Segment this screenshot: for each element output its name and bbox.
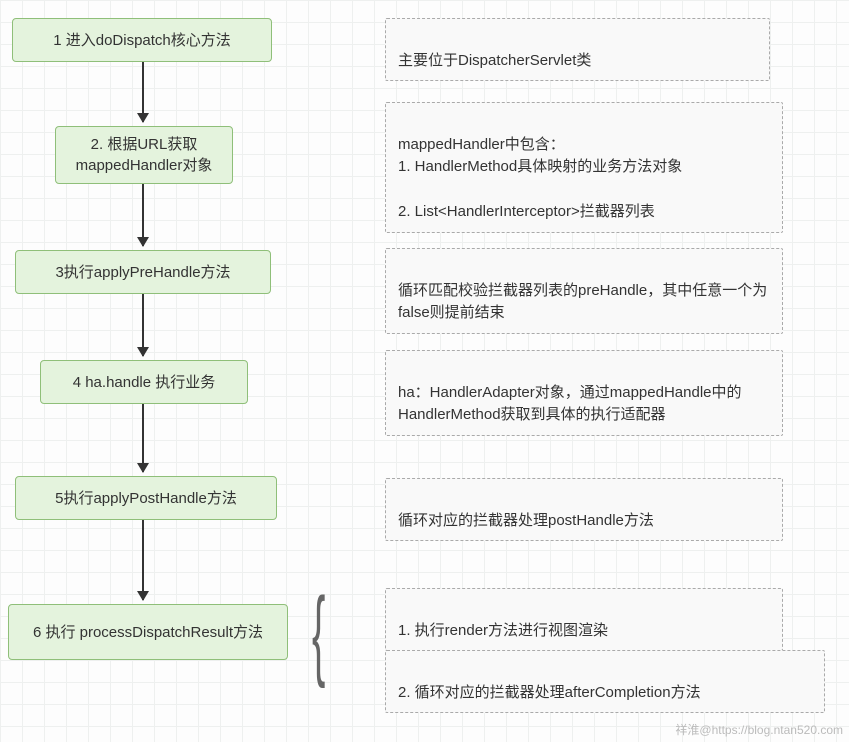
note-6a-box: 1. 执行render方法进行视图渲染 <box>385 588 783 651</box>
arrow-4-5 <box>142 404 144 472</box>
brace-icon: { <box>312 583 325 683</box>
step-6-box: 6 执行 processDispatchResult方法 <box>8 604 288 660</box>
note-5-text: 循环对应的拦截器处理postHandle方法 <box>398 512 654 529</box>
step-4-label: 4 ha.handle 执行业务 <box>73 372 216 393</box>
step-5-box: 5执行applyPostHandle方法 <box>15 476 277 520</box>
arrow-5-6 <box>142 520 144 600</box>
step-1-box: 1 进入doDispatch核心方法 <box>12 18 272 62</box>
note-6a-text: 1. 执行render方法进行视图渲染 <box>398 622 608 639</box>
note-2-box: mappedHandler中包含： 1. HandlerMethod具体映射的业… <box>385 102 783 233</box>
step-3-box: 3执行applyPreHandle方法 <box>15 250 271 294</box>
note-1-text: 主要位于DispatcherServlet类 <box>398 52 591 69</box>
note-6b-box: 2. 循环对应的拦截器处理afterCompletion方法 <box>385 650 825 713</box>
arrow-3-4 <box>142 294 144 356</box>
note-5-box: 循环对应的拦截器处理postHandle方法 <box>385 478 783 541</box>
note-4-text: ha：HandlerAdapter对象，通过mappedHandle中的Hand… <box>398 384 742 424</box>
note-6b-text: 2. 循环对应的拦截器处理afterCompletion方法 <box>398 684 701 701</box>
note-2-text: mappedHandler中包含： 1. HandlerMethod具体映射的业… <box>398 136 682 221</box>
step-1-label: 1 进入doDispatch核心方法 <box>53 30 231 51</box>
step-2-label: 2. 根据URL获取 mappedHandler对象 <box>66 134 222 176</box>
note-1-box: 主要位于DispatcherServlet类 <box>385 18 770 81</box>
arrow-1-2 <box>142 62 144 122</box>
note-3-text: 循环匹配校验拦截器列表的preHandle，其中任意一个为false则提前结束 <box>398 282 767 322</box>
step-2-box: 2. 根据URL获取 mappedHandler对象 <box>55 126 233 184</box>
step-3-label: 3执行applyPreHandle方法 <box>55 262 230 283</box>
watermark-text: 祥淮@https://blog.ntan520.com <box>675 721 843 738</box>
step-4-box: 4 ha.handle 执行业务 <box>40 360 248 404</box>
step-6-label: 6 执行 processDispatchResult方法 <box>33 622 263 643</box>
note-4-box: ha：HandlerAdapter对象，通过mappedHandle中的Hand… <box>385 350 783 436</box>
step-5-label: 5执行applyPostHandle方法 <box>55 488 237 509</box>
note-3-box: 循环匹配校验拦截器列表的preHandle，其中任意一个为false则提前结束 <box>385 248 783 334</box>
arrow-2-3 <box>142 184 144 246</box>
